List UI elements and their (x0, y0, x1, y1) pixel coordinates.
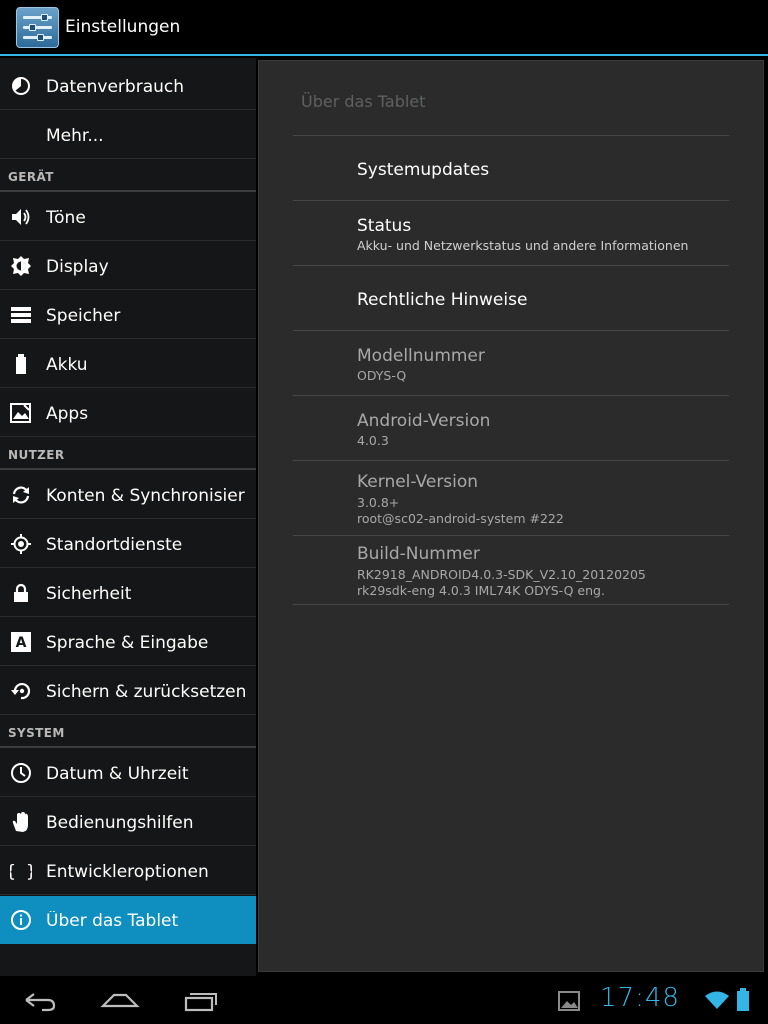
pref-summary: ODYS-Q (357, 368, 407, 383)
recent-apps-icon[interactable] (182, 986, 220, 1014)
braces-icon: { } (10, 862, 32, 882)
pref-summary: root@sc02-android-system #222 (357, 511, 564, 526)
sidebar-item-speicher[interactable]: Speicher (0, 291, 256, 339)
svg-text:{ }: { } (10, 862, 32, 882)
app-title: Einstellungen (65, 17, 181, 37)
divider (293, 330, 729, 331)
sidebar-item-label: Konten & Synchronisieru (46, 486, 246, 506)
settings-sliders-icon[interactable] (16, 7, 59, 48)
lock-icon (14, 583, 28, 602)
battery-icon (737, 988, 749, 1011)
sidebar-item-datenverbrauch[interactable]: Datenverbrauch (0, 62, 256, 110)
sidebar-item-label: Sprache & Eingabe (46, 633, 209, 653)
divider (293, 604, 729, 605)
divider (293, 135, 729, 136)
pref-title: Android-Version (357, 411, 491, 431)
storage-icon (11, 307, 31, 323)
pref-summary: 4.0.3 (357, 433, 389, 448)
pref-title: Modellnummer (357, 346, 485, 366)
section-label: NUTZER (8, 448, 65, 462)
section-label: GERÄT (8, 170, 54, 184)
brightness-icon (11, 256, 31, 276)
sidebar-item-konten[interactable]: Konten & Synchronisieru (0, 471, 256, 519)
sidebar-item-label: Sichern & zurücksetzen (46, 682, 246, 702)
sidebar-item-apps[interactable]: Apps (0, 389, 256, 437)
sidebar-item-akku[interactable]: Akku (0, 340, 256, 388)
divider (293, 535, 729, 536)
divider (293, 200, 729, 201)
sidebar-item-label: Mehr... (46, 126, 104, 146)
sidebar-item-label: Über das Tablet (46, 911, 179, 931)
sidebar-item-sprache[interactable]: A Sprache & Eingabe (0, 618, 256, 666)
pref-summary: rk29sdk-eng 4.0.3 IML74K ODYS-Q eng. (357, 583, 605, 598)
info-icon (11, 910, 31, 930)
clock[interactable]: 17:48 (600, 983, 680, 1013)
divider (293, 265, 729, 266)
language-icon: A (11, 632, 31, 652)
pref-title: Status (357, 216, 412, 236)
sidebar-item-label: Display (46, 257, 109, 277)
pref-summary: 3.0.8+ (357, 495, 400, 510)
sidebar-item-sicherheit[interactable]: Sicherheit (0, 569, 256, 617)
sidebar-item-label: Datenverbrauch (46, 77, 185, 97)
sidebar-item-label: Standortdienste (46, 535, 183, 555)
home-icon[interactable] (100, 986, 140, 1014)
svg-text:A: A (16, 635, 27, 651)
section-header-nutzer: NUTZER (0, 438, 256, 470)
back-icon[interactable] (22, 986, 58, 1014)
sidebar-item-label: Töne (46, 208, 86, 228)
sidebar-item-bedienungshilfen[interactable]: Bedienungshilfen (0, 798, 256, 846)
sidebar-item-entwickleroptionen[interactable]: { } Entwickleroptionen (0, 847, 256, 895)
sidebar-item-label: Bedienungshilfen (46, 813, 194, 833)
sidebar-item-label: Datum & Uhrzeit (46, 764, 189, 784)
pref-title: Rechtliche Hinweise (357, 290, 528, 310)
clock-icon (11, 763, 31, 783)
detail-pane: Über das Tablet Systemupdates Status Akk… (258, 60, 764, 972)
battery-icon (16, 354, 26, 374)
sidebar-item-datum[interactable]: Datum & Uhrzeit (0, 749, 256, 797)
sidebar-item-label: Akku (46, 355, 88, 375)
apps-icon (10, 403, 31, 423)
sidebar-item-standortdienste[interactable]: Standortdienste (0, 520, 256, 568)
sidebar-item-sichern[interactable]: Sichern & zurücksetzen (0, 667, 256, 715)
location-icon (11, 534, 31, 554)
sidebar-item-toene[interactable]: Töne (0, 193, 256, 241)
pref-title: Build-Nummer (357, 544, 480, 564)
wifi-icon (705, 991, 729, 1009)
sidebar-item-label: Entwickleroptionen (46, 862, 209, 882)
divider (293, 395, 729, 396)
sidebar-item-label: Sicherheit (46, 584, 132, 604)
sync-icon (12, 486, 30, 504)
sidebar-item-label: Apps (46, 404, 89, 424)
gallery-notification-icon[interactable] (558, 991, 580, 1011)
section-header-system: SYSTEM (0, 716, 256, 748)
sidebar-item-label: Speicher (46, 306, 121, 326)
section-header-geraet: GERÄT (0, 160, 256, 192)
pref-title: Kernel-Version (357, 472, 479, 492)
sidebar-item-ueber-das-tablet[interactable]: Über das Tablet (0, 896, 256, 944)
pref-summary: RK2918_ANDROID4.0.3-SDK_V2.10_20120205 (357, 567, 646, 582)
data-usage-icon (12, 77, 30, 95)
system-bar: 17:48 (0, 976, 768, 1024)
settings-sidebar: Datenverbrauch Mehr... GERÄT Töne Displa… (0, 58, 256, 976)
backup-icon (11, 682, 31, 700)
hand-icon (12, 812, 28, 832)
section-label: SYSTEM (8, 726, 65, 740)
sidebar-item-mehr[interactable]: Mehr... (0, 111, 256, 159)
pref-title: Systemupdates (357, 160, 490, 180)
breadcrumb: Über das Tablet (301, 92, 426, 111)
sidebar-item-display[interactable]: Display (0, 242, 256, 290)
divider (293, 460, 729, 461)
action-bar: Einstellungen (0, 0, 768, 56)
speaker-icon (12, 209, 30, 225)
pref-summary: Akku- und Netzwerkstatus und andere Info… (357, 238, 689, 253)
